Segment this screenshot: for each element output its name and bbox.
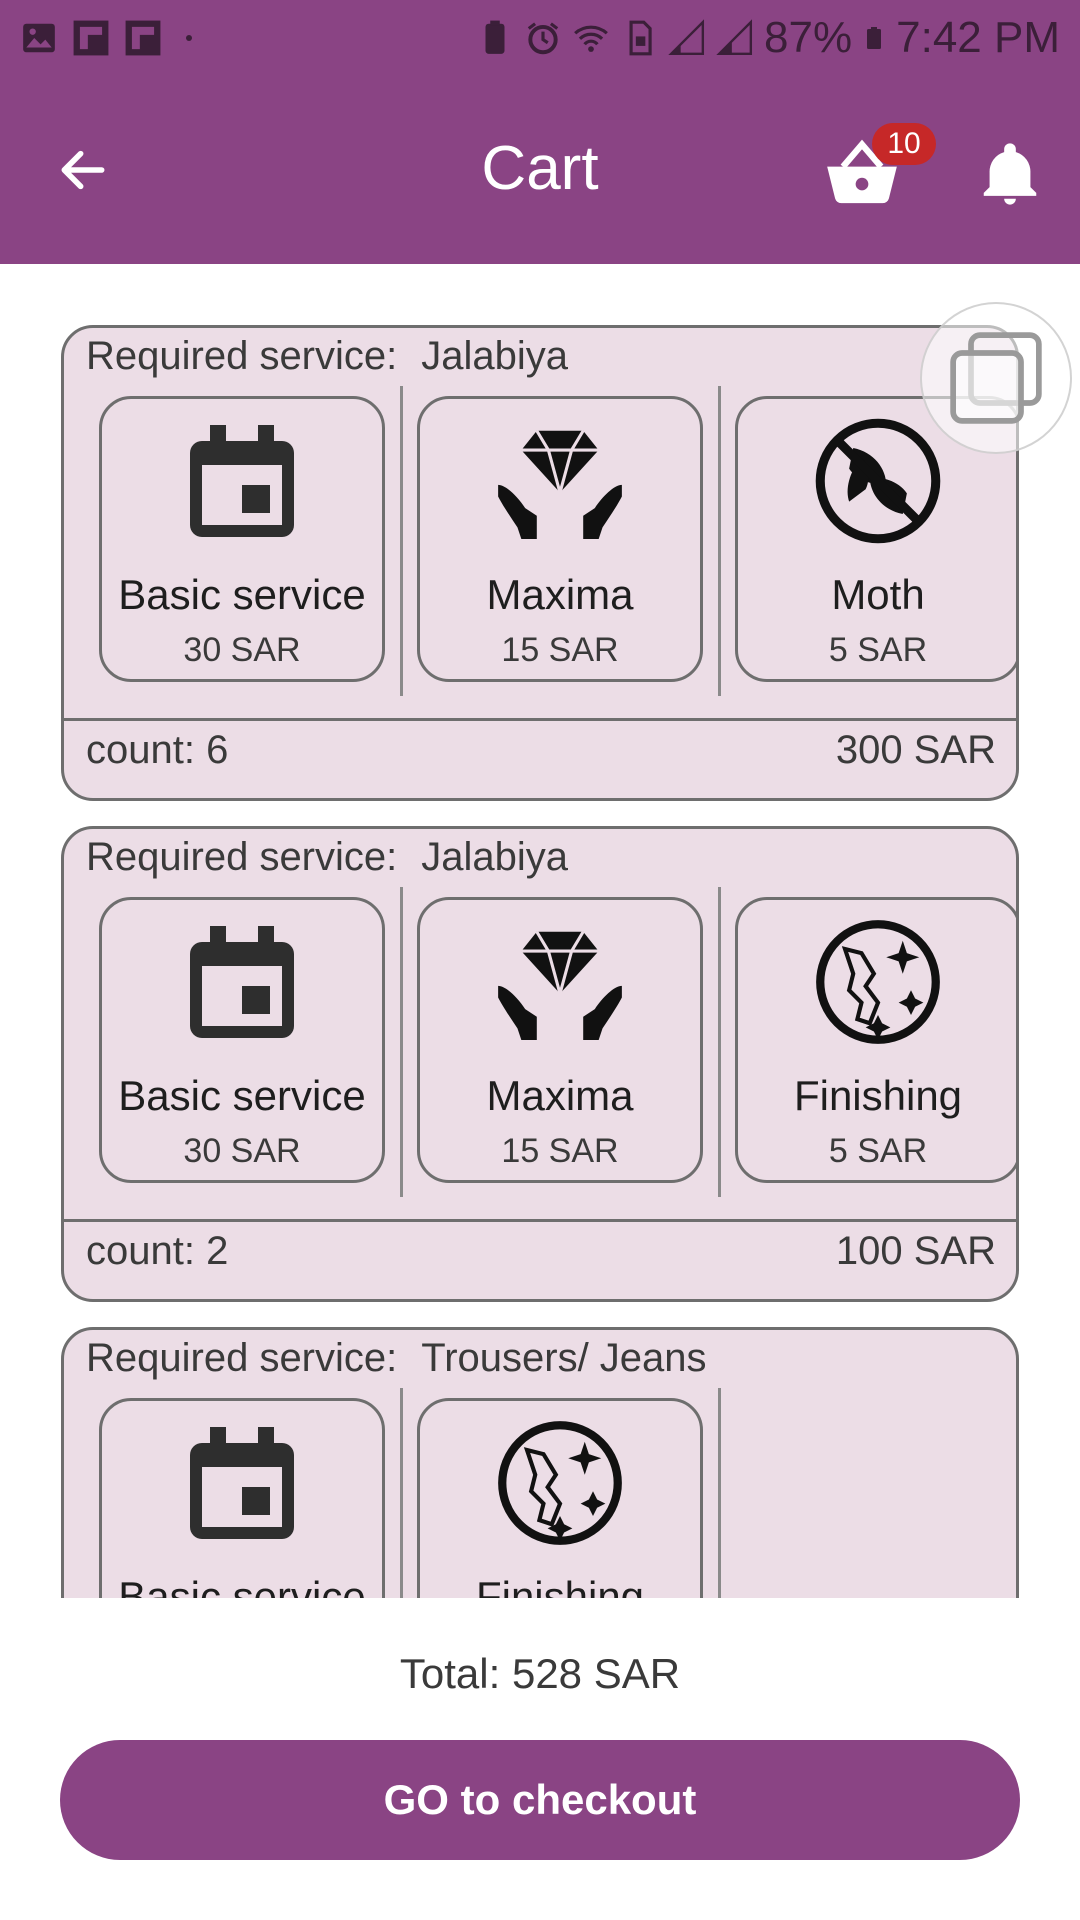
flipboard-icon [125, 20, 161, 55]
option-basic-service[interactable]: Basic service [99, 1398, 385, 1598]
option-price: 15 SAR [501, 631, 619, 669]
wifi-icon [574, 25, 608, 52]
signal-icon [668, 18, 705, 55]
item-total: 300 SAR [835, 728, 996, 772]
app-bar: Cart 10 [0, 75, 1080, 264]
calendar-icon [190, 1426, 294, 1539]
alarm-icon [527, 21, 559, 54]
status-bar: 87% 7:42 PM [0, 0, 1080, 75]
no-moth-icon [815, 418, 941, 543]
checkout-button[interactable]: GO to checkout [60, 1740, 1020, 1860]
option-name: Finishing [475, 1573, 645, 1598]
option-finishing[interactable]: Finishing [417, 1398, 703, 1598]
notification-dot-icon [186, 34, 192, 41]
option-name: Basic service [118, 1072, 366, 1119]
option-basic-service[interactable]: Basic service 30 SAR [99, 396, 385, 682]
service-header: Required service: Jalabiya [86, 334, 568, 379]
card-footer-divider [64, 1219, 1016, 1222]
service-name: Jalabiya [421, 835, 569, 879]
required-service-label: Required service: [86, 334, 398, 378]
options-row: Basic service 30 SAR Maxima 15 SAR Finis… [64, 887, 1016, 1205]
option-price: 5 SAR [828, 1132, 928, 1170]
service-header: Required service: Jalabiya [86, 835, 568, 880]
divider [718, 887, 721, 1197]
item-count: count: 6 [86, 728, 229, 772]
required-service-label: Required service: [86, 835, 398, 879]
service-name: Trousers/ Jeans [421, 1336, 707, 1380]
option-price: 30 SAR [183, 1132, 301, 1170]
option-price: 5 SAR [828, 631, 928, 669]
option-maxima[interactable]: Maxima 15 SAR [417, 396, 703, 682]
service-header: Required service: Trousers/ Jeans [86, 1336, 707, 1381]
signal-icon [716, 18, 753, 55]
option-name: Basic service [118, 571, 366, 618]
cart-total: Total: 528 SAR [399, 1650, 681, 1697]
status-left [20, 19, 192, 57]
divider [400, 386, 403, 696]
option-name: Basic service [118, 1573, 366, 1598]
card-footer-divider [64, 718, 1016, 721]
option-name: Maxima [486, 1072, 634, 1119]
option-price: 15 SAR [501, 1132, 619, 1170]
options-row: Basic service 30 SAR Maxima 15 SAR Moth … [64, 386, 1016, 704]
option-finishing[interactable]: Finishing 5 SAR [735, 897, 1016, 1183]
option-price: 30 SAR [183, 631, 301, 669]
service-name: Jalabiya [421, 334, 569, 378]
clock-time: 7:42 PM [896, 12, 1060, 62]
cart-list[interactable]: Required service: Jalabiya Basic service … [0, 264, 1080, 1598]
calendar-icon [190, 925, 294, 1038]
item-count: count: 2 [86, 1229, 229, 1273]
divider [400, 887, 403, 1197]
divider [400, 1388, 403, 1598]
sim-card-icon [629, 20, 652, 55]
cart-item-card: Required service: Trousers/ Jeans Basic s… [61, 1327, 1019, 1598]
options-row: Basic service Finishing [64, 1388, 1016, 1598]
battery-percent: 87% [764, 12, 853, 62]
diamond-hands-icon [498, 429, 622, 539]
cart-count-badge: 10 [872, 123, 936, 165]
copy-icon [950, 332, 1042, 424]
diamond-hands-icon [498, 930, 622, 1040]
option-name: Maxima [486, 571, 634, 618]
notifications-button[interactable] [975, 135, 1045, 210]
gallery-icon [23, 23, 55, 52]
battery-saver-icon [485, 20, 505, 54]
option-name: Finishing [793, 1072, 963, 1119]
sparkle-finishing-icon [498, 1420, 622, 1545]
divider [718, 386, 721, 696]
option-basic-service[interactable]: Basic service 30 SAR [99, 897, 385, 1183]
bell-icon [983, 143, 1037, 205]
required-service-label: Required service: [86, 1336, 398, 1380]
option-maxima[interactable]: Maxima 15 SAR [417, 897, 703, 1183]
calendar-icon [190, 424, 294, 537]
cart-item-card: Required service: Jalabiya Basic service … [61, 826, 1019, 1302]
option-name: Moth [831, 571, 925, 618]
copy-overlay-button[interactable] [920, 302, 1072, 454]
sparkle-finishing-icon [816, 919, 940, 1044]
divider [718, 1388, 721, 1598]
item-total: 100 SAR [835, 1229, 996, 1273]
battery-icon [867, 26, 882, 49]
flipboard-icon [73, 20, 109, 55]
cart-item-card: Required service: Jalabiya Basic service … [61, 325, 1019, 801]
status-right: 87% 7:42 PM [476, 13, 1060, 63]
